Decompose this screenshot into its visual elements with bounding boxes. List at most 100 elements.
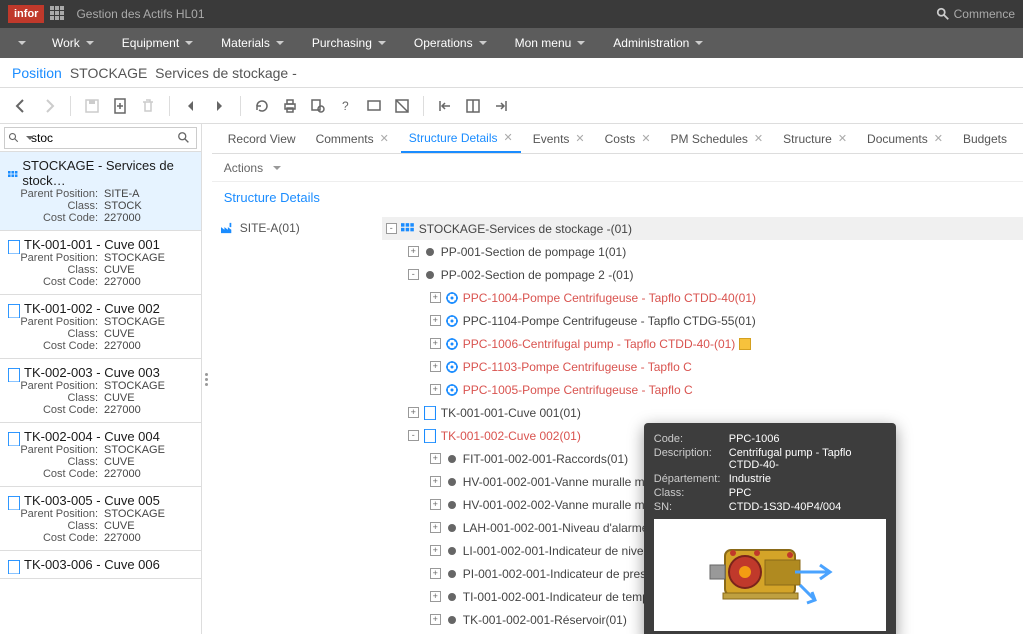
tab[interactable]: Record View: [220, 124, 304, 153]
tree-expander[interactable]: +: [430, 591, 441, 602]
sidebar-card[interactable]: TK-002-003 - Cuve 003 Parent Position:ST…: [0, 359, 201, 423]
sidebar-card[interactable]: TK-003-006 - Cuve 006: [0, 551, 201, 579]
tab[interactable]: Costs✕: [597, 124, 659, 153]
tree-expander[interactable]: +: [430, 292, 441, 303]
tree-expander[interactable]: +: [430, 568, 441, 579]
tree-expander[interactable]: -: [408, 269, 419, 280]
tree-node-label[interactable]: PPC-1005-Pompe Centrifugeuse - Tapflo C: [463, 383, 693, 397]
tree-node[interactable]: + PPC-1103-Pompe Centrifugeuse - Tapflo …: [382, 355, 1023, 378]
tree-node[interactable]: + TK-001-001-Cuve 001(01): [382, 401, 1023, 424]
tab[interactable]: Structure Details✕: [401, 124, 521, 153]
sidebar-card[interactable]: TK-002-004 - Cuve 004 Parent Position:ST…: [0, 423, 201, 487]
save-button[interactable]: [79, 93, 105, 119]
preview-button[interactable]: [305, 93, 331, 119]
tree-expander[interactable]: -: [408, 430, 419, 441]
panel-collapse-left-button[interactable]: [432, 93, 458, 119]
menu-dropdown[interactable]: [0, 28, 38, 58]
tree-node[interactable]: - PP-002-Section de pompage 2 -(01): [382, 263, 1023, 286]
note-icon[interactable]: [739, 338, 751, 350]
tree-node-label[interactable]: PP-002-Section de pompage 2 -(01): [441, 268, 634, 282]
help-button[interactable]: ?: [333, 93, 359, 119]
tree-expander[interactable]: +: [430, 338, 441, 349]
tree-node[interactable]: + PPC-1006-Centrifugal pump - Tapflo CTD…: [382, 332, 1023, 355]
actions-dropdown[interactable]: Actions: [224, 161, 281, 175]
menu-work[interactable]: Work: [38, 28, 108, 58]
sidebar-list[interactable]: STOCKAGE - Services de stock… Parent Pos…: [0, 152, 201, 634]
search-scope-icon[interactable]: [8, 132, 20, 144]
tree-node-label[interactable]: PPC-1004-Pompe Centrifugeuse - Tapflo CT…: [463, 291, 756, 305]
tree-expander[interactable]: +: [408, 246, 419, 257]
tree-expander[interactable]: +: [430, 453, 441, 464]
panel-split-button[interactable]: [460, 93, 486, 119]
screen-button[interactable]: [361, 93, 387, 119]
tab[interactable]: PM Schedules✕: [663, 124, 772, 153]
tab[interactable]: Structure✕: [775, 124, 855, 153]
tree-node[interactable]: + PPC-1005-Pompe Centrifugeuse - Tapflo …: [382, 378, 1023, 401]
tree-expander[interactable]: +: [430, 361, 441, 372]
tab-close-icon[interactable]: ✕: [504, 131, 513, 144]
back-button[interactable]: [8, 93, 34, 119]
tree-expander[interactable]: +: [430, 545, 441, 556]
print-button[interactable]: [277, 93, 303, 119]
menu-administration[interactable]: Administration: [599, 28, 717, 58]
tabs: Record ViewComments✕Structure Details✕Ev…: [212, 124, 1023, 154]
tab-close-icon[interactable]: ✕: [838, 132, 847, 145]
menu-materials[interactable]: Materials: [207, 28, 298, 58]
menu-equipment[interactable]: Equipment: [108, 28, 207, 58]
prev-record-button[interactable]: [178, 93, 204, 119]
tree-node-label[interactable]: FIT-001-002-001-Raccords(01): [463, 452, 628, 466]
section-title: Structure Details: [212, 182, 1023, 213]
tab[interactable]: Budgets: [955, 124, 1015, 153]
tab-close-icon[interactable]: ✕: [641, 132, 650, 145]
tree-expander[interactable]: -: [386, 223, 397, 234]
tree-expander[interactable]: +: [430, 384, 441, 395]
tree-expander[interactable]: +: [430, 315, 441, 326]
tree-expander[interactable]: +: [430, 614, 441, 625]
tree-expander[interactable]: +: [408, 407, 419, 418]
forward-button[interactable]: [36, 93, 62, 119]
search-scope-dropdown[interactable]: [26, 136, 34, 140]
tab[interactable]: Events✕: [525, 124, 593, 153]
tree-node-label[interactable]: TK-001-002-001-Réservoir(01): [463, 613, 627, 627]
tree-node[interactable]: + PP-001-Section de pompage 1(01): [382, 240, 1023, 263]
new-button[interactable]: [107, 93, 133, 119]
menu-monmenu[interactable]: Mon menu: [501, 28, 600, 58]
tree-node-label[interactable]: TK-001-001-Cuve 001(01): [441, 406, 581, 420]
tab-close-icon[interactable]: ✕: [934, 132, 943, 145]
delete-button[interactable]: [135, 93, 161, 119]
tree-node-label[interactable]: TK-001-002-Cuve 002(01): [441, 429, 581, 443]
tree-expander[interactable]: +: [430, 476, 441, 487]
tooltip-field-value: PPC-1006: [729, 433, 886, 445]
refresh-button[interactable]: [249, 93, 275, 119]
design-button[interactable]: [389, 93, 415, 119]
tree-node-label[interactable]: PPC-1104-Pompe Centrifugeuse - Tapflo CT…: [463, 314, 756, 328]
global-search[interactable]: Commence: [936, 7, 1015, 21]
sidebar-card[interactable]: TK-001-002 - Cuve 002 Parent Position:ST…: [0, 295, 201, 359]
tree-node[interactable]: - STOCKAGE-Services de stockage -(01): [382, 217, 1023, 240]
tab[interactable]: Documents✕: [859, 124, 951, 153]
sidebar-card[interactable]: TK-003-005 - Cuve 005 Parent Position:ST…: [0, 487, 201, 551]
tree-node-label[interactable]: STOCKAGE-Services de stockage -(01): [419, 222, 632, 236]
tree-node[interactable]: + PPC-1104-Pompe Centrifugeuse - Tapflo …: [382, 309, 1023, 332]
sidebar-card[interactable]: STOCKAGE - Services de stock… Parent Pos…: [0, 152, 201, 231]
tab-close-icon[interactable]: ✕: [575, 132, 584, 145]
sidebar-card[interactable]: TK-001-001 - Cuve 001 Parent Position:ST…: [0, 231, 201, 295]
next-record-button[interactable]: [206, 93, 232, 119]
app-launcher-icon[interactable]: [50, 6, 66, 22]
tree-node-label[interactable]: PPC-1006-Centrifugal pump - Tapflo CTDD-…: [463, 337, 736, 351]
tab-close-icon[interactable]: ✕: [754, 132, 763, 145]
menu-operations[interactable]: Operations: [400, 28, 501, 58]
tab[interactable]: Comments✕: [308, 124, 397, 153]
menu-purchasing[interactable]: Purchasing: [298, 28, 400, 58]
tree-node-label[interactable]: PPC-1103-Pompe Centrifugeuse - Tapflo C: [463, 360, 692, 374]
tree-expander[interactable]: +: [430, 499, 441, 510]
sidebar-collapse-handle[interactable]: [202, 124, 212, 634]
tree-node[interactable]: + PPC-1004-Pompe Centrifugeuse - Tapflo …: [382, 286, 1023, 309]
tree-node-label[interactable]: PP-001-Section de pompage 1(01): [441, 245, 626, 259]
tree-expander[interactable]: +: [430, 522, 441, 533]
search-submit-icon[interactable]: [177, 131, 191, 145]
tab-close-icon[interactable]: ✕: [380, 132, 389, 145]
panel-collapse-right-button[interactable]: [488, 93, 514, 119]
breadcrumb-entity[interactable]: Position: [12, 65, 62, 81]
site-root-node[interactable]: SITE-A(01): [220, 217, 374, 239]
